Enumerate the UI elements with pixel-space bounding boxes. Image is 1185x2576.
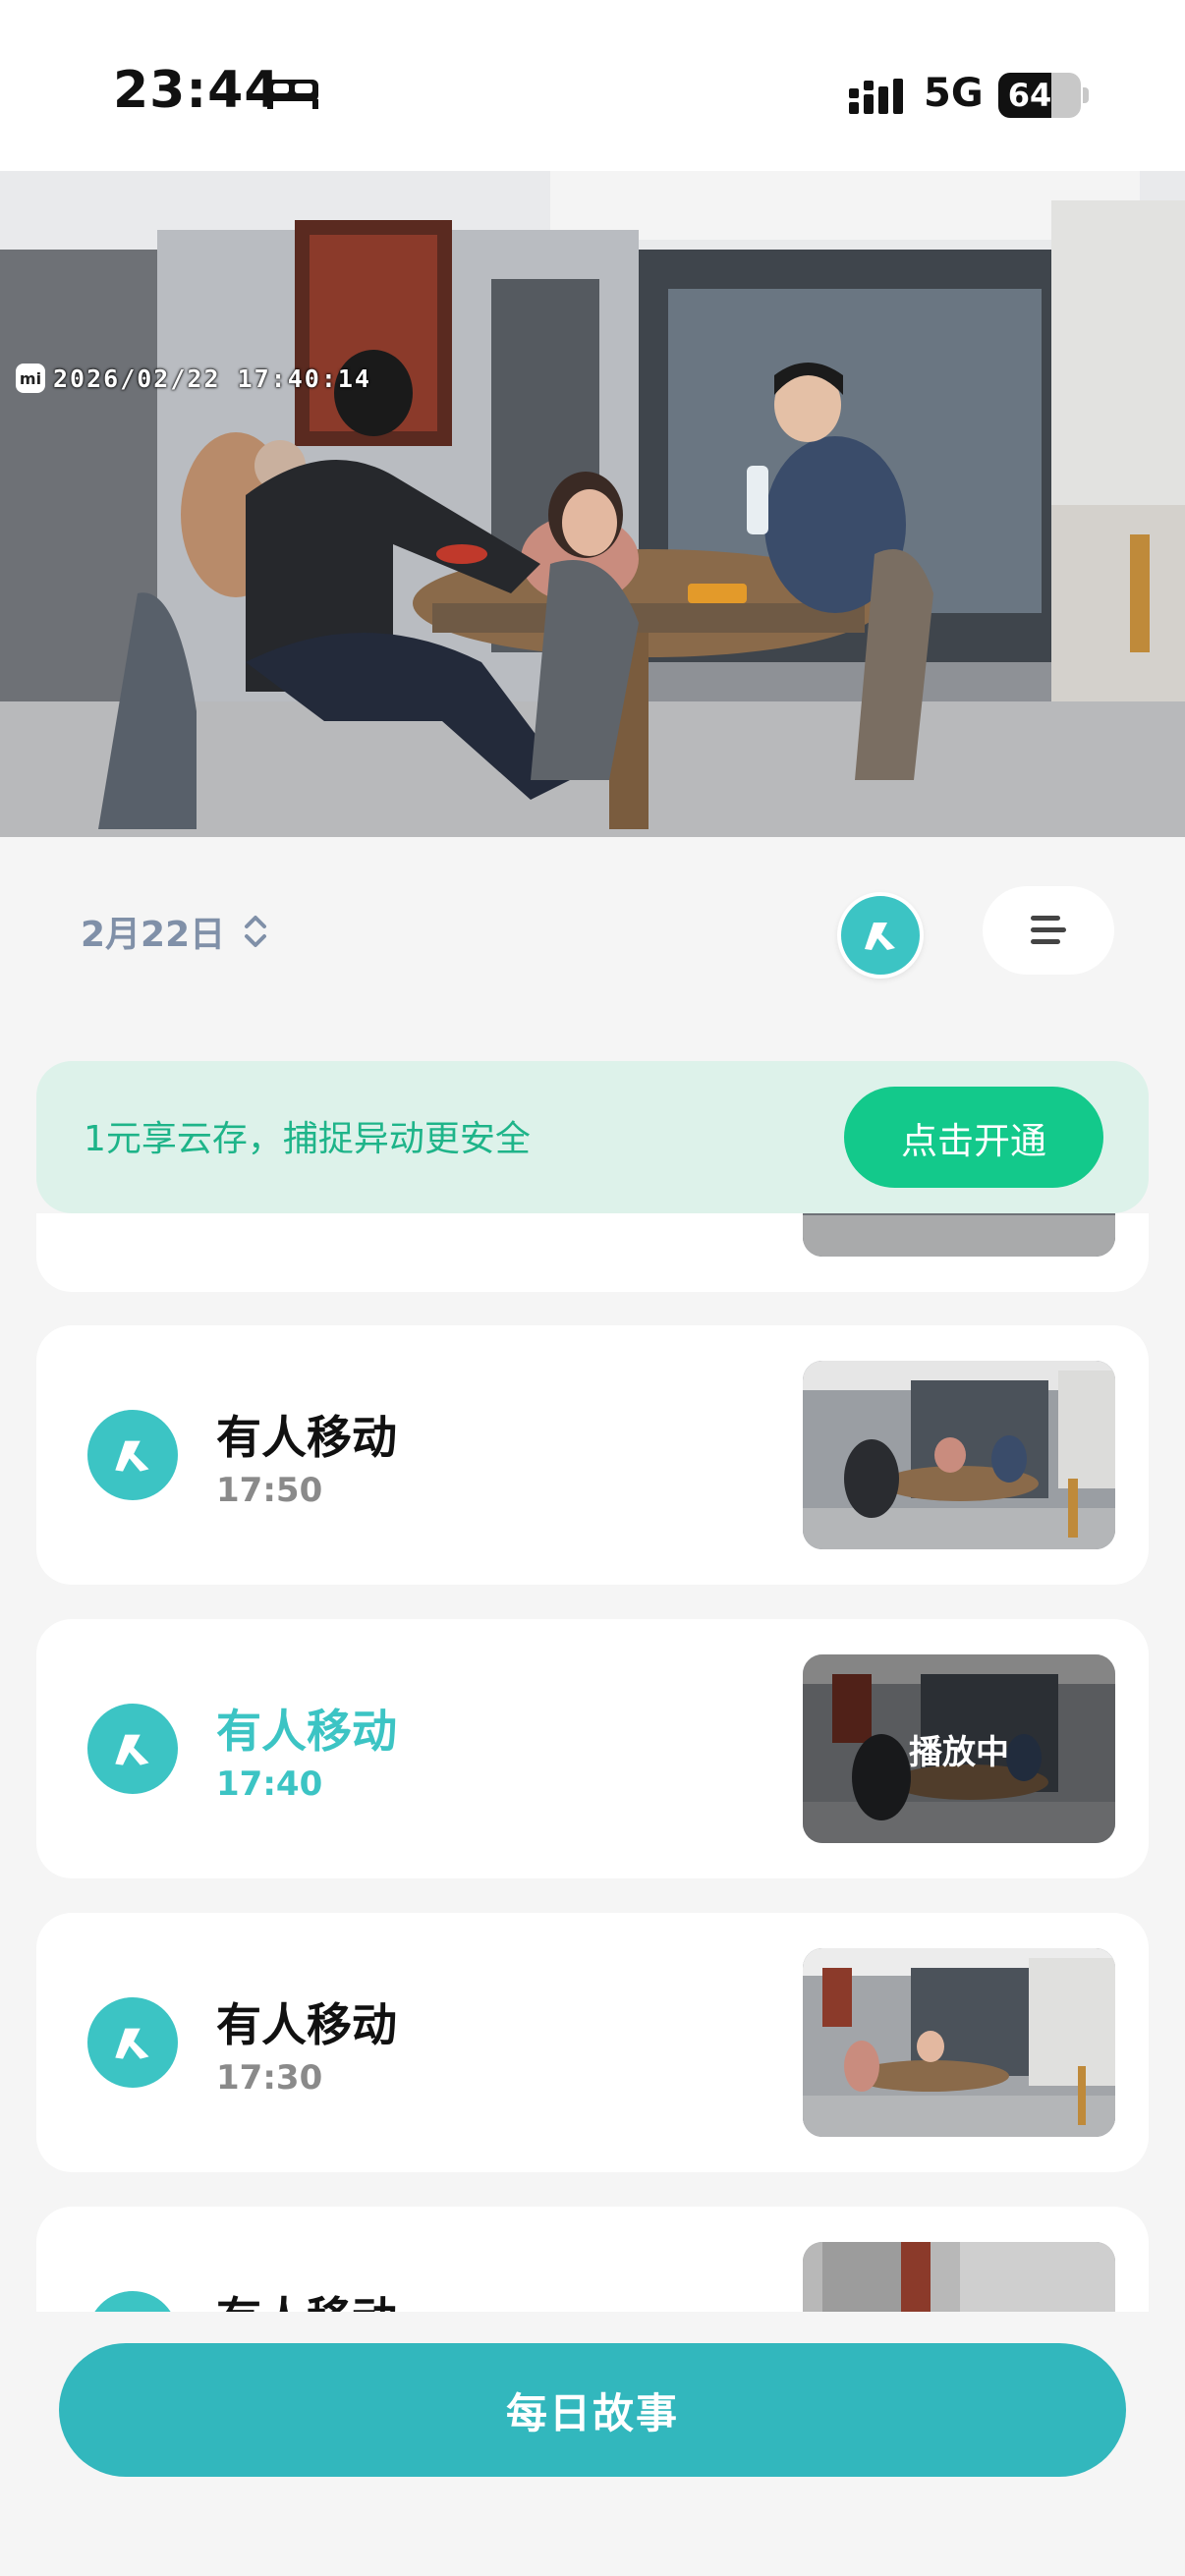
status-bar: 23:44 5G 64 bbox=[0, 0, 1185, 171]
updown-chevron-icon bbox=[245, 916, 267, 947]
event-time: 17:50 bbox=[216, 1471, 323, 1510]
timestamp-text: 2026/02/22 17:40:14 bbox=[53, 364, 371, 393]
status-time: 23:44 bbox=[113, 61, 281, 120]
bottom-bar: 每日故事 bbox=[0, 2312, 1185, 2576]
event-card[interactable]: 有人移动 17:30 bbox=[36, 1913, 1149, 2172]
motion-event-icon bbox=[87, 1704, 178, 1794]
list-view-button[interactable] bbox=[983, 886, 1114, 975]
battery-cap bbox=[1083, 87, 1089, 103]
cloud-storage-promo-banner: 1元享云存，捕捉异动更安全 点击开通 bbox=[36, 1061, 1149, 1213]
motion-filter-button[interactable] bbox=[837, 892, 924, 979]
battery-icon: 64 bbox=[998, 73, 1081, 118]
event-thumbnail[interactable] bbox=[803, 1948, 1115, 2137]
activate-cloud-button[interactable]: 点击开通 bbox=[844, 1087, 1103, 1188]
camera-frame-image bbox=[0, 171, 1185, 837]
camera-timestamp: mi 2026/02/22 17:40:14 bbox=[16, 364, 371, 393]
sleep-mode-icon bbox=[267, 80, 318, 109]
motion-event-icon bbox=[87, 1997, 178, 2088]
date-label: 2月22日 bbox=[81, 915, 226, 955]
live-video-player[interactable]: mi 2026/02/22 17:40:14 bbox=[0, 171, 1185, 837]
menu-icon bbox=[1031, 916, 1066, 944]
event-title: 有人移动 bbox=[216, 1411, 397, 1464]
event-title: 有人移动 bbox=[216, 1998, 397, 2051]
signal-icon bbox=[849, 79, 903, 114]
event-thumbnail[interactable] bbox=[803, 2242, 1115, 2312]
event-card[interactable]: 有人移动 bbox=[36, 2207, 1149, 2312]
event-card-playing[interactable]: 有人移动 17:40 播放中 bbox=[36, 1619, 1149, 1878]
event-time: 17:40 bbox=[216, 1764, 323, 1804]
event-card[interactable]: 有人移动 17:50 bbox=[36, 1325, 1149, 1585]
event-thumbnail[interactable] bbox=[803, 1361, 1115, 1549]
event-thumbnail[interactable]: 播放中 bbox=[803, 1654, 1115, 1843]
motion-event-icon bbox=[87, 1410, 178, 1500]
promo-message: 1元享云存，捕捉异动更安全 bbox=[84, 1119, 531, 1159]
date-selector[interactable]: 2月22日 bbox=[81, 906, 268, 957]
mi-logo-icon: mi bbox=[16, 364, 45, 393]
event-time: 17:30 bbox=[216, 2058, 323, 2098]
now-playing-label: 播放中 bbox=[803, 1654, 1115, 1843]
event-title: 有人移动 bbox=[216, 1705, 397, 1758]
network-type: 5G bbox=[924, 71, 984, 116]
event-card[interactable] bbox=[36, 1213, 1149, 1292]
event-thumbnail[interactable] bbox=[803, 1213, 1115, 1257]
walking-person-icon bbox=[865, 923, 895, 950]
event-title: 有人移动 bbox=[216, 2283, 397, 2312]
battery-percent: 64 bbox=[1007, 77, 1052, 114]
daily-story-button[interactable]: 每日故事 bbox=[59, 2343, 1126, 2477]
event-list[interactable]: 有人移动 17:50 有人移动 17:40 播放中 有人移动 17:30 bbox=[0, 1213, 1185, 2312]
motion-event-icon bbox=[87, 2291, 178, 2312]
